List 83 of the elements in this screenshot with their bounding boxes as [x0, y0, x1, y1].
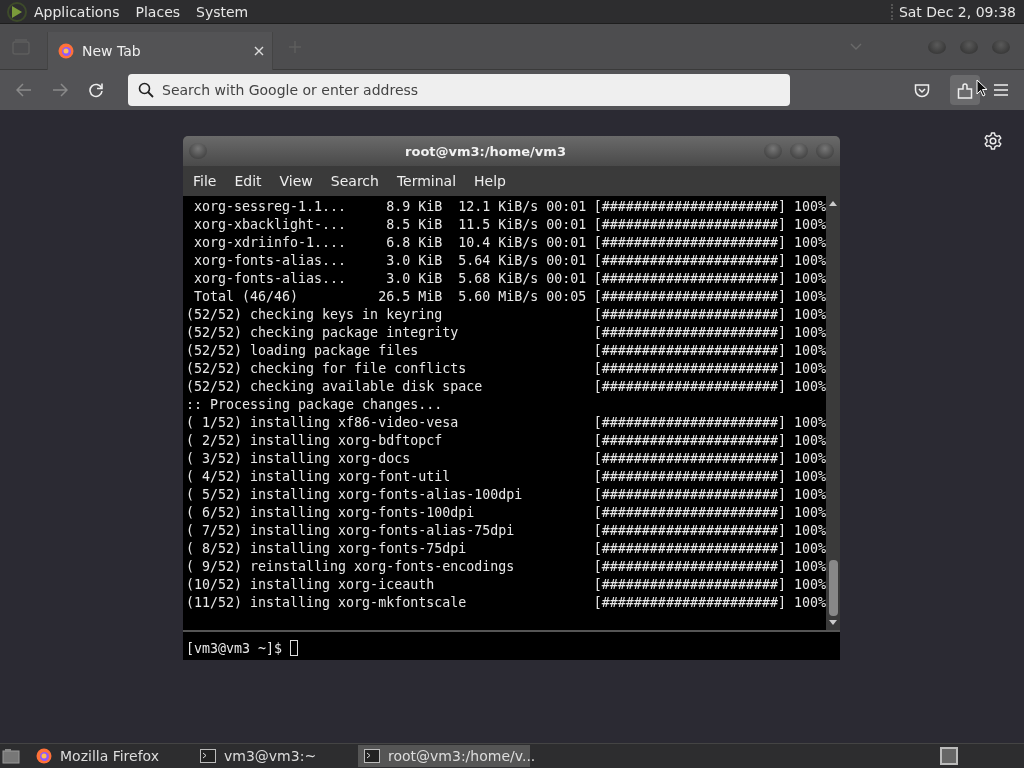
output-line: ( 3/52) installing xorg-docs	[186, 450, 412, 468]
percent-text: 100%	[793, 216, 826, 234]
progress-bar-text: [######################]	[593, 594, 786, 612]
menu-item[interactable]: Help	[474, 173, 506, 189]
output-line: ( 2/52) installing xorg-bdftopcf	[186, 432, 444, 450]
output-line: ( 9/52) reinstalling xorg-fonts-encodings	[186, 558, 516, 576]
progress-bar-text: [######################]	[593, 450, 786, 468]
percent-text: 100%	[793, 234, 826, 252]
output-line: xorg-xbacklight-... 8.5 KiB 11.5 KiB/s 00:01	[193, 216, 588, 234]
menu-item[interactable]: Terminal	[396, 173, 457, 189]
percent-text: 100%	[793, 414, 826, 432]
percent-text: 100%	[793, 252, 826, 270]
percent-text: 100%	[793, 378, 826, 396]
panel-menu[interactable]: Places	[135, 3, 181, 20]
menu-item[interactable]: File	[193, 173, 217, 189]
taskbar-item[interactable]: Mozilla Firefox	[30, 745, 194, 767]
output-line: xorg-xdriinfo-1.... 6.8 KiB 10.4 KiB/s 00:01	[193, 234, 588, 252]
percent-text: 100%	[793, 324, 826, 342]
percent-text: 100%	[793, 198, 826, 216]
output-line: (52/52) loading package files	[186, 342, 420, 360]
menu-item[interactable]: Edit	[234, 173, 262, 189]
percent-text: 100%	[793, 594, 826, 612]
output-line: (10/52) installing xorg-iceauth	[186, 576, 436, 594]
percent-text: 100%	[793, 270, 826, 288]
output-line: ( 4/52) installing xorg-font-util	[186, 468, 452, 486]
output-line: ( 1/52) installing xf86-video-vesa	[186, 414, 460, 432]
output-line: :: Processing package changes...	[186, 396, 444, 414]
percent-text: 100%	[793, 558, 826, 576]
shell-prompt: [vm3@vm3 ~]$	[186, 641, 283, 656]
output-line: xorg-fonts-alias... 3.0 KiB 5.64 KiB/s 00:01	[193, 252, 588, 270]
output-line: (52/52) checking package integrity	[186, 324, 460, 342]
progress-bar-text: [######################]	[593, 342, 786, 360]
output-line: ( 6/52) installing xorg-fonts-100dpi	[186, 504, 476, 522]
output-line: ( 8/52) installing xorg-fonts-75dpi	[186, 540, 468, 558]
percent-text: 100%	[793, 432, 826, 450]
panel-menu[interactable]: System	[196, 3, 249, 20]
output-line: (52/52) checking keys in keyring	[186, 306, 444, 324]
progress-bar-text: [######################]	[593, 270, 786, 288]
browser-tab[interactable]: New Tab	[48, 31, 272, 70]
taskbar-item[interactable]: vm3@vm3:~	[194, 745, 358, 767]
clock[interactable]: Sat Dec 2, 09:38	[890, 3, 1016, 20]
percent-text: 100%	[793, 450, 826, 468]
progress-bar-text: [######################]	[593, 306, 786, 324]
percent-text: 100%	[793, 504, 826, 522]
output-line: Total (46/46) 26.5 MiB 5.60 MiB/s 00:05	[193, 288, 588, 306]
output-line: xorg-fonts-alias... 3.0 KiB 5.68 KiB/s 00:01	[193, 270, 588, 288]
percent-text: 100%	[793, 540, 826, 558]
progress-bar-text: [######################]	[593, 360, 786, 378]
output-line: (52/52) checking for file conflicts	[186, 360, 468, 378]
menu-item[interactable]: Search	[330, 173, 379, 189]
output-line: (11/52) installing xorg-mkfontscale	[186, 594, 468, 612]
progress-bar-text: [######################]	[593, 234, 786, 252]
output-line: ( 7/52) installing xorg-fonts-alias-75dpi	[186, 522, 516, 540]
percent-text: 100%	[793, 468, 826, 486]
menu-item[interactable]: View	[279, 173, 313, 189]
percent-text: 100%	[793, 342, 826, 360]
progress-bar-text: [######################]	[593, 414, 786, 432]
progress-bar-text: [######################]	[593, 216, 786, 234]
progress-bar-text: [######################]	[593, 504, 786, 522]
percent-text: 100%	[793, 522, 826, 540]
output-line: (52/52) checking available disk space	[186, 378, 484, 396]
percent-text: 100%	[793, 360, 826, 378]
progress-bar-text: [######################]	[593, 432, 786, 450]
panel-menu[interactable]: Applications	[34, 3, 120, 20]
percent-text: 100%	[793, 288, 826, 306]
progress-bar-text: [######################]	[593, 288, 786, 306]
percent-text: 100%	[793, 576, 826, 594]
progress-bar-text: [######################]	[593, 198, 786, 216]
progress-bar-text: [######################]	[593, 486, 786, 504]
output-line: ( 5/52) installing xorg-fonts-alias-100dpi	[186, 486, 524, 504]
progress-bar-text: [######################]	[593, 540, 786, 558]
progress-bar-text: [######################]	[593, 252, 786, 270]
percent-text: 100%	[793, 306, 826, 324]
progress-bar-text: [######################]	[593, 576, 786, 594]
progress-bar-text: [######################]	[593, 558, 786, 576]
percent-text: 100%	[793, 486, 826, 504]
progress-bar-text: [######################]	[593, 468, 786, 486]
progress-bar-text: [######################]	[593, 378, 786, 396]
progress-bar-text: [######################]	[593, 522, 786, 540]
window-title: root@vm3:/home/vm3	[404, 143, 567, 159]
progress-bar-text: [######################]	[593, 324, 786, 342]
address-field[interactable]: Search with Google or enter address	[128, 74, 790, 106]
output-line: xorg-sessreg-1.1... 8.9 KiB 12.1 KiB/s 00:01	[193, 198, 588, 216]
